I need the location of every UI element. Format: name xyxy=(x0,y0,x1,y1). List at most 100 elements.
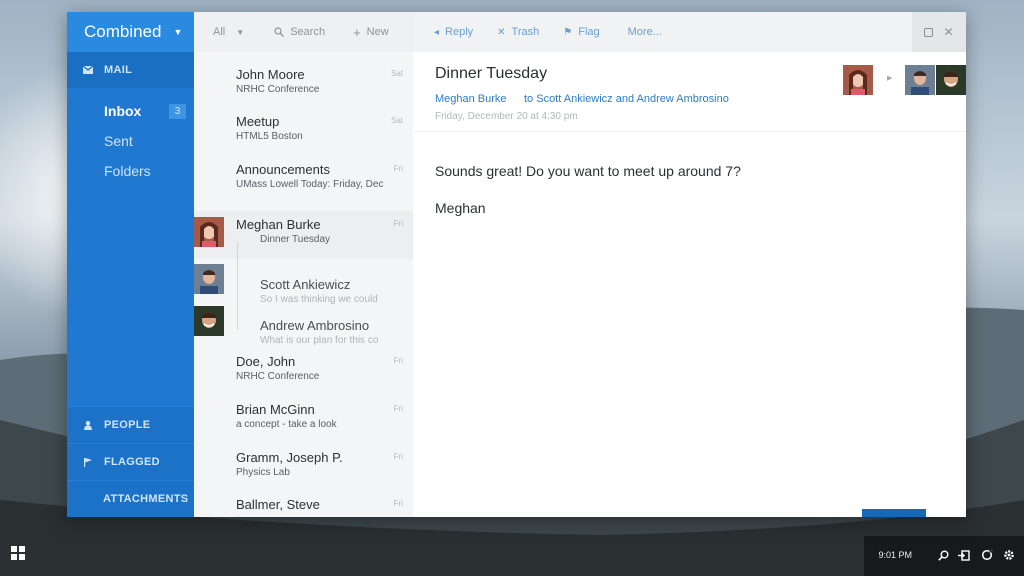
message-body: Sounds great! Do you want to meet up aro… xyxy=(435,153,741,227)
subject: UMass Lowell Today: Friday, Dec xyxy=(236,179,384,190)
date: Sat xyxy=(390,116,403,125)
more-label: More... xyxy=(627,26,662,38)
avatar xyxy=(194,217,224,247)
person-icon xyxy=(83,420,93,430)
subject: NRHC Conference xyxy=(236,84,320,95)
sender: Andrew Ambrosino xyxy=(260,318,370,333)
filter-dropdown[interactable]: All ▼ xyxy=(213,26,244,38)
search-icon xyxy=(274,27,285,37)
subject: HTML5 Boston xyxy=(236,131,303,142)
attachments-section[interactable]: ATTACHMENTS xyxy=(67,480,194,517)
share-icon[interactable] xyxy=(957,548,971,562)
avatar[interactable] xyxy=(936,65,966,95)
sender: Ballmer, Steve xyxy=(236,497,320,512)
list-item[interactable]: Doe, John NRHC Conference Fri xyxy=(194,354,413,402)
flag-button[interactable]: ⚑ Flag xyxy=(563,26,599,38)
nav-item-label: Folders xyxy=(104,163,151,179)
nav-item-inbox[interactable]: Inbox 3 xyxy=(67,96,194,126)
avatar[interactable] xyxy=(843,65,873,95)
list-item[interactable]: Gramm, Joseph P. Physics Lab Fri xyxy=(194,450,413,498)
date: Fri xyxy=(393,452,403,461)
more-button[interactable]: More... xyxy=(628,26,662,38)
sender-link[interactable]: Meghan Burke xyxy=(435,93,507,105)
subject: Dinner Tuesday xyxy=(260,234,331,245)
sender: Doe, John xyxy=(236,354,296,369)
mail-section-header[interactable]: MAIL xyxy=(67,52,194,88)
new-label: New xyxy=(366,26,389,38)
date: Fri xyxy=(393,356,403,365)
avatar xyxy=(194,306,224,336)
mail-app-window: Combined ▼ MAIL Inbox 3 Sent Folders PEO… xyxy=(67,12,966,517)
list-item-thread-selected[interactable]: Meghan Burke Dinner Tuesday Fri xyxy=(194,211,413,259)
close-icon[interactable]: ✕ xyxy=(943,25,953,39)
trash-label: Trash xyxy=(511,26,540,38)
avatar xyxy=(194,264,224,294)
list-item[interactable]: Meetup HTML5 Boston Sat xyxy=(194,114,413,162)
recipients-link[interactable]: to Scott Ankiewicz and Andrew Ambrosino xyxy=(524,93,729,105)
date: Fri xyxy=(393,499,403,508)
maximize-icon[interactable] xyxy=(924,27,934,37)
subject: NRHC Conference xyxy=(236,371,320,382)
window-controls: ✕ xyxy=(912,12,966,52)
play-arrow-icon: ▶ xyxy=(887,75,893,82)
message-date: Friday, December 20 at 4:30 pm xyxy=(435,111,578,122)
date: Fri xyxy=(393,404,403,413)
flag-icon: ⚑ xyxy=(563,26,573,38)
sender: John Moore xyxy=(236,67,305,82)
trash-button[interactable]: ✕ Trash xyxy=(497,26,539,38)
unread-count-badge: 3 xyxy=(169,104,186,119)
list-item[interactable]: John Moore NRHC Conference Sat xyxy=(194,67,413,115)
sender: Gramm, Joseph P. xyxy=(236,450,343,465)
nav-item-label: Inbox xyxy=(104,103,142,119)
message-toolbar: ◂ Reply ✕ Trash ⚑ Flag More... ✕ xyxy=(413,12,966,52)
date: Sat xyxy=(390,69,403,78)
nav-item-folders[interactable]: Folders xyxy=(67,156,194,186)
close-x-icon: ✕ xyxy=(497,26,506,38)
people-section[interactable]: PEOPLE xyxy=(67,406,194,443)
reply-button[interactable]: ◂ Reply xyxy=(434,26,473,38)
nav-item-sent[interactable]: Sent xyxy=(67,126,194,156)
system-tray: 9:01 PM xyxy=(864,536,1024,576)
avatar[interactable] xyxy=(905,65,935,95)
mail-section-label: MAIL xyxy=(104,64,133,76)
reading-pane: ◂ Reply ✕ Trash ⚑ Flag More... ✕ Dinner … xyxy=(413,12,966,517)
sender: Meetup xyxy=(236,114,280,129)
date: Fri xyxy=(393,219,403,228)
flag-label: Flag xyxy=(578,26,600,38)
list-item[interactable]: Announcements UMass Lowell Today: Friday… xyxy=(194,162,413,210)
reply-label: Reply xyxy=(445,26,474,38)
sync-icon[interactable] xyxy=(980,548,994,562)
flag-icon xyxy=(83,457,93,467)
new-message-button[interactable]: + New xyxy=(353,25,389,40)
clock[interactable]: 9:01 PM xyxy=(878,550,912,560)
subject-preview: So I was thinking we could xyxy=(260,294,378,305)
flagged-section[interactable]: FLAGGED xyxy=(67,443,194,480)
search-icon[interactable] xyxy=(936,548,950,562)
gear-icon[interactable] xyxy=(1002,548,1016,562)
sender: Brian McGinn xyxy=(236,402,315,417)
flagged-label: FLAGGED xyxy=(104,456,160,468)
account-name: Combined xyxy=(84,22,162,41)
taskbar: 9:01 PM xyxy=(0,536,1024,576)
search-button[interactable]: Search xyxy=(274,26,325,38)
account-selector[interactable]: Combined ▼ xyxy=(67,12,194,52)
nav-item-label: Sent xyxy=(104,133,133,149)
list-item-thread-reply[interactable]: Andrew Ambrosino What is our plan for th… xyxy=(194,306,413,355)
subject: Physics Lab xyxy=(236,467,290,478)
list-toolbar: All ▼ Search + New xyxy=(194,12,413,52)
navigation-sidebar: Combined ▼ MAIL Inbox 3 Sent Folders PEO… xyxy=(67,12,194,517)
envelope-icon xyxy=(83,66,93,74)
list-item[interactable]: Brian McGinn a concept - take a look Fri xyxy=(194,402,413,450)
windows-start-icon[interactable] xyxy=(11,546,25,560)
body-signature: Meghan xyxy=(435,200,486,216)
sender: Announcements xyxy=(236,162,330,177)
chevron-down-icon: ▼ xyxy=(173,27,183,37)
subject: a concept - take a look xyxy=(236,419,337,430)
sender: Meghan Burke xyxy=(236,217,321,232)
list-item[interactable]: Ballmer, Steve Fri xyxy=(194,497,413,517)
sender: Scott Ankiewicz xyxy=(260,277,351,292)
reply-action-button[interactable] xyxy=(862,509,926,517)
date: Fri xyxy=(393,164,403,173)
message-header: Dinner Tuesday Meghan Burke to Scott Ank… xyxy=(413,52,966,132)
filter-label: All xyxy=(213,26,226,38)
